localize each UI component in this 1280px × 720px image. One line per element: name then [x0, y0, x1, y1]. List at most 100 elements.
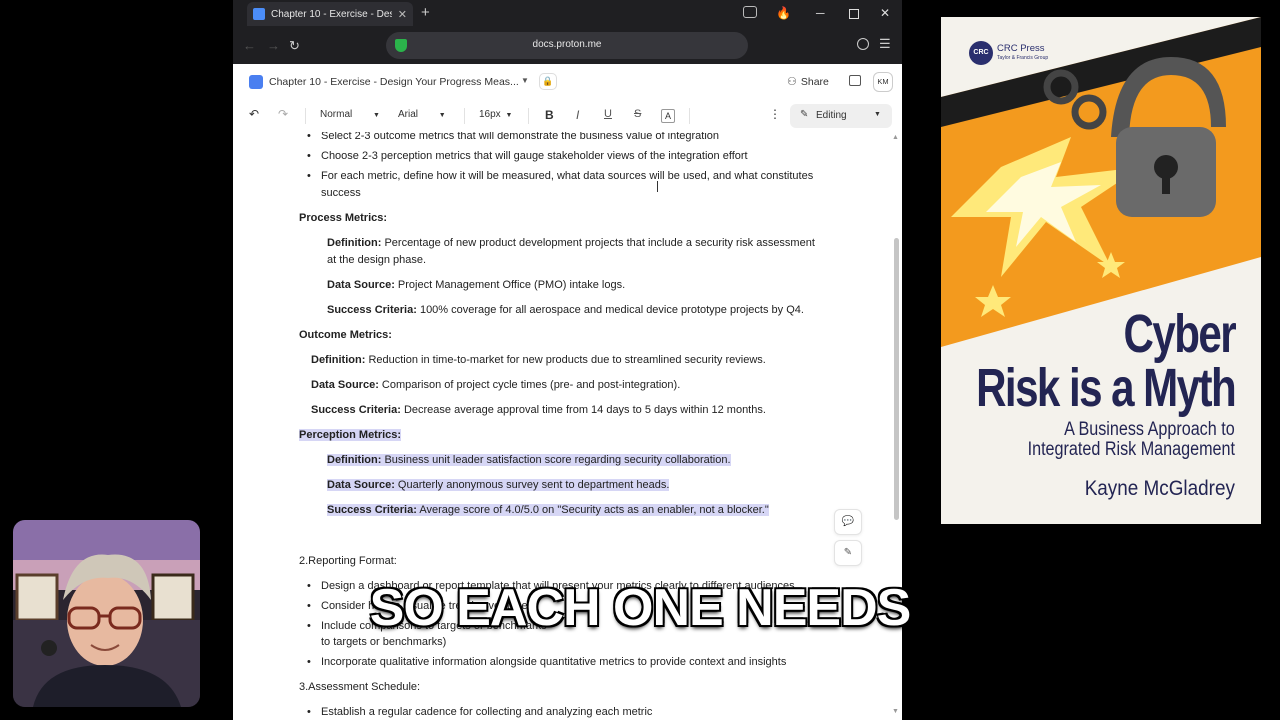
italic-button[interactable]: I	[576, 108, 579, 122]
field-value: Percentage of new product development pr…	[381, 237, 815, 249]
list-item: Incorporate qualitative information alon…	[307, 656, 786, 668]
field-label: Data Source:	[327, 479, 395, 491]
underline-button[interactable]: U	[604, 108, 612, 120]
forward-arrow-icon[interactable]: →	[267, 38, 280, 53]
globe-icon[interactable]	[857, 38, 869, 50]
field-value: Average score of 4.0/5.0 on "Security ac…	[416, 504, 769, 516]
field-label: Data Source:	[327, 279, 395, 291]
doc-icon	[249, 75, 263, 89]
chevron-down-icon: ▼	[373, 112, 380, 119]
new-tab-button[interactable]: +	[421, 4, 430, 21]
field-label: Definition:	[311, 354, 366, 366]
list-item: For each metric, define how it will be m…	[307, 170, 813, 182]
book-title-line2: Risk is a Myth	[975, 358, 1237, 418]
outcome-metrics-heading: Outcome Metrics:	[299, 329, 392, 341]
format-toolbar: ↶ ↷ Normal ▼ Arial ▼ 16px ▼ B I U S A ⋮ …	[233, 100, 902, 132]
outcome-success-criteria: Success Criteria: Decrease average appro…	[311, 404, 766, 416]
field-label: Success Criteria:	[327, 304, 417, 316]
add-comment-button[interactable]: 💬	[834, 509, 862, 535]
book-author: Kayne McGladrey	[1084, 477, 1235, 500]
process-data-source: Data Source: Project Management Office (…	[327, 279, 625, 291]
scroll-down-arrow-icon[interactable]: ▼	[892, 708, 899, 715]
back-arrow-icon[interactable]: ←	[243, 38, 256, 53]
chevron-down-icon: ▼	[505, 112, 513, 119]
redo-icon[interactable]: ↷	[278, 107, 288, 121]
scrollbar-thumb[interactable]	[894, 238, 899, 520]
maximize-button[interactable]	[849, 9, 859, 19]
divider	[464, 108, 465, 124]
field-label: Definition:	[327, 237, 382, 249]
field-value: Project Management Office (PMO) intake l…	[394, 279, 626, 291]
comment-icon[interactable]	[849, 75, 861, 86]
field-value: Decrease average approval time from 14 d…	[400, 404, 766, 416]
browser-tab[interactable]: Chapter 10 - Exercise - Design ✕	[247, 2, 413, 26]
field-label: Definition:	[327, 454, 382, 466]
scroll-up-arrow-icon[interactable]: ▲	[892, 134, 899, 141]
bold-button[interactable]: B	[545, 108, 554, 122]
list-item: Establish a regular cadence for collecti…	[307, 706, 652, 718]
docs-favicon-icon	[253, 8, 265, 20]
font-select[interactable]: Arial ▼	[398, 109, 446, 120]
field-value: Comparison of project cycle times (pre- …	[378, 379, 681, 391]
size-select-value: 16px	[479, 109, 501, 120]
style-select[interactable]: Normal ▼	[320, 109, 380, 120]
process-metrics-heading: Process Metrics:	[299, 212, 388, 224]
doc-title[interactable]: Chapter 10 - Exercise - Design Your Prog…	[269, 76, 519, 88]
webcam-feed	[13, 520, 200, 707]
tab-bar: Chapter 10 - Exercise - Design ✕ + 🔥 ─ ✕	[233, 0, 902, 28]
list-item: Choose 2-3 perception metrics that will …	[307, 150, 748, 162]
chevron-down-icon[interactable]: ▼	[521, 76, 529, 85]
style-select-value: Normal	[320, 109, 353, 120]
perception-success-criteria: Success Criteria: Average score of 4.0/5…	[327, 504, 769, 516]
outcome-data-source: Data Source: Comparison of project cycle…	[311, 379, 680, 391]
lock-icon[interactable]: 🔒	[539, 73, 557, 90]
more-options-icon[interactable]: ⋮	[769, 107, 781, 121]
pencil-icon: ✎	[800, 109, 809, 120]
book-title-line1: Cyber	[1123, 304, 1236, 364]
editing-mode-select[interactable]: ✎ Editing ▼	[790, 104, 892, 128]
book-publisher-sub: Taylor & Francis Group	[997, 55, 1049, 61]
field-label: Success Criteria:	[327, 504, 417, 516]
book-cover: CRC CRC Press Taylor & Francis Group Cyb…	[941, 17, 1261, 524]
perception-data-source: Data Source: Quarterly anonymous survey …	[327, 479, 670, 491]
field-value: Business unit leader satisfaction score …	[381, 454, 731, 466]
close-window-button[interactable]: ✕	[880, 6, 890, 20]
editing-mode-label: Editing	[816, 110, 847, 121]
list-item-continuation: success	[321, 187, 361, 199]
field-label: Success Criteria:	[311, 404, 401, 416]
tab-close-icon[interactable]: ✕	[398, 8, 407, 21]
process-success-criteria: Success Criteria: 100% coverage for all …	[327, 304, 804, 316]
reporting-format-heading: 2.Reporting Format:	[299, 555, 397, 567]
sidebar-toggle-icon[interactable]	[743, 6, 757, 18]
book-subtitle-line1: A Business Approach to	[1064, 419, 1235, 440]
font-color-button[interactable]: A	[661, 109, 675, 123]
minimize-button[interactable]: ─	[816, 6, 825, 20]
divider	[305, 108, 306, 124]
font-select-value: Arial	[398, 109, 419, 120]
divider	[528, 108, 529, 124]
address-bar[interactable]: docs.proton.me	[386, 32, 748, 59]
video-caption: SO EACH ONE NEEDS	[369, 579, 912, 637]
crc-logo: CRC	[969, 41, 993, 65]
process-definition-cont: at the design phase.	[327, 254, 427, 266]
strikethrough-button[interactable]: S	[634, 108, 641, 120]
share-button[interactable]: ⚇ Share	[787, 75, 829, 88]
perception-metrics-heading: Perception Metrics:	[299, 429, 402, 441]
fire-icon[interactable]: 🔥	[776, 6, 791, 20]
avatar[interactable]: KM	[873, 72, 893, 92]
field-value: 100% coverage for all aerospace and medi…	[416, 304, 804, 316]
suggest-edit-button[interactable]: ✎	[834, 540, 862, 566]
menu-icon[interactable]: ☰	[879, 36, 891, 52]
tab-title: Chapter 10 - Exercise - Design	[271, 8, 392, 20]
book-subtitle-line2: Integrated Risk Management	[1027, 439, 1235, 460]
size-select[interactable]: 16px ▼	[479, 109, 512, 120]
book-cover-art	[941, 17, 1261, 347]
outcome-definition: Definition: Reduction in time-to-market …	[311, 354, 766, 366]
reload-icon[interactable]: ↻	[289, 38, 300, 54]
nav-bar: ← → ↻ docs.proton.me ☰	[233, 28, 902, 64]
text-cursor	[657, 181, 658, 192]
divider	[689, 108, 690, 124]
process-definition: Definition: Percentage of new product de…	[327, 237, 815, 249]
undo-icon[interactable]: ↶	[249, 107, 259, 121]
share-label: Share	[800, 76, 829, 88]
